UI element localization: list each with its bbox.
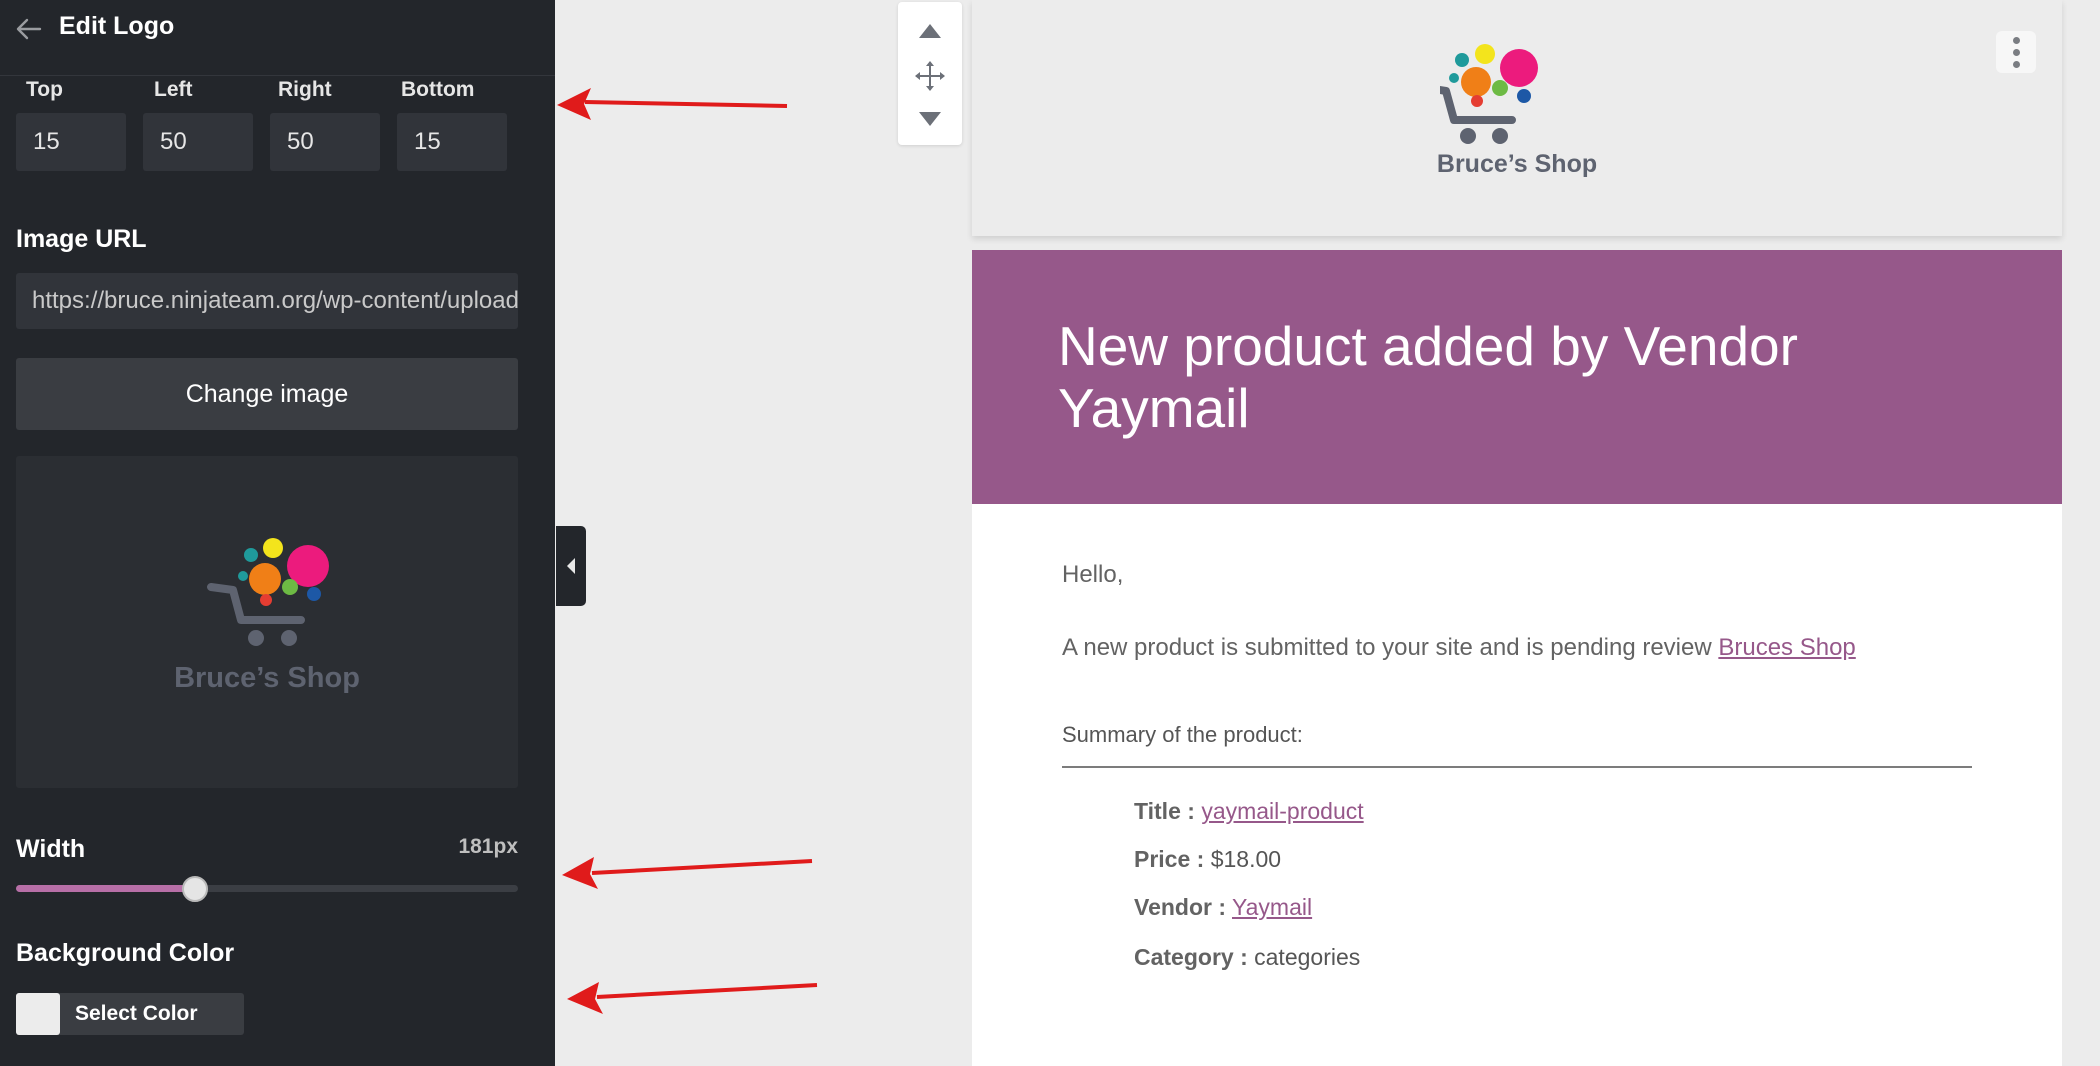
product-price-row: Price : $18.00	[1134, 846, 1281, 873]
select-color-button[interactable]: Select Color	[16, 993, 244, 1035]
change-image-button[interactable]: Change image	[16, 358, 518, 430]
greeting-text: Hello,	[1062, 561, 1124, 588]
email-logo-text: Bruce’s Shop	[1436, 150, 1598, 178]
block-move-toolbar	[898, 2, 962, 145]
price-label: Price :	[1134, 846, 1205, 872]
move-up-icon[interactable]	[917, 22, 943, 40]
vendor-label: Vendor :	[1134, 894, 1227, 920]
annotation-arrow-icon	[562, 857, 813, 889]
product-category-row: Category : categories	[1134, 944, 1360, 971]
title-label: Title :	[1134, 798, 1195, 824]
width-slider-thumb[interactable]	[181, 876, 208, 902]
email-preview: Bruce’s Shop New product added by Vendor…	[972, 0, 2062, 1066]
product-title-link[interactable]: yaymail-product	[1201, 798, 1363, 824]
product-title-row: Title : yaymail-product	[1134, 798, 1364, 825]
shop-cart-logo-icon	[1424, 44, 1538, 144]
width-slider-fill	[16, 885, 195, 892]
preview-logo-text: Bruce’s Shop	[174, 662, 360, 694]
email-heading: New product added by Vendor Yaymail	[1058, 315, 1798, 439]
padding-top-label: Top	[26, 78, 63, 101]
padding-bottom-label: Bottom	[401, 78, 475, 101]
email-body[interactable]: Hello, A new product is submitted to you…	[972, 504, 2062, 1066]
annotation-arrow-icon	[557, 88, 788, 120]
email-banner[interactable]: New product added by Vendor Yaymail	[972, 250, 2062, 504]
intro-paragraph: A new product is submitted to your site …	[1062, 634, 1856, 662]
category-label: Category :	[1134, 944, 1248, 970]
image-url-label: Image URL	[16, 225, 147, 253]
move-down-icon[interactable]	[917, 110, 943, 128]
logo-preview: Bruce’s Shop	[16, 456, 518, 788]
padding-top-input[interactable]: 15	[16, 113, 126, 171]
color-swatch[interactable]	[16, 993, 60, 1035]
caret-left-icon	[567, 558, 575, 574]
drag-move-icon[interactable]	[914, 60, 946, 92]
padding-right-label: Right	[278, 78, 332, 101]
width-slider[interactable]	[16, 876, 518, 902]
more-options-icon[interactable]	[1996, 31, 2036, 73]
edit-logo-panel: Edit Logo Top Left Right Bottom 15 50 50…	[0, 0, 555, 1066]
vendor-link[interactable]: Yaymail	[1232, 894, 1312, 920]
padding-left-label: Left	[154, 78, 193, 101]
collapse-panel-handle[interactable]	[556, 526, 586, 606]
width-label: Width	[16, 835, 86, 863]
summary-divider	[1062, 766, 1972, 768]
annotation-arrow-icon	[567, 982, 818, 1014]
intro-text: A new product is submitted to your site …	[1062, 634, 1719, 661]
select-color-label: Select Color	[75, 1002, 198, 1025]
category-value: categories	[1254, 944, 1361, 970]
panel-title: Edit Logo	[59, 12, 175, 40]
product-vendor-row: Vendor : Yaymail	[1134, 894, 1312, 921]
price-value: $18.00	[1210, 846, 1282, 872]
padding-right-input[interactable]: 50	[270, 113, 380, 171]
padding-bottom-input[interactable]: 15	[397, 113, 507, 171]
padding-left-input[interactable]: 50	[143, 113, 253, 171]
email-logo	[1424, 38, 1600, 153]
summary-heading: Summary of the product:	[1062, 722, 1303, 747]
image-url-input[interactable]	[16, 273, 518, 329]
width-value: 181px	[458, 835, 518, 858]
back-arrow-icon[interactable]	[14, 14, 44, 44]
email-logo-header[interactable]: Bruce’s Shop	[972, 0, 2062, 236]
panel-header: Edit Logo	[0, 0, 555, 76]
shop-cart-logo-icon	[207, 538, 329, 646]
shop-link[interactable]: Bruces Shop	[1718, 634, 1855, 661]
background-color-label: Background Color	[16, 939, 235, 967]
